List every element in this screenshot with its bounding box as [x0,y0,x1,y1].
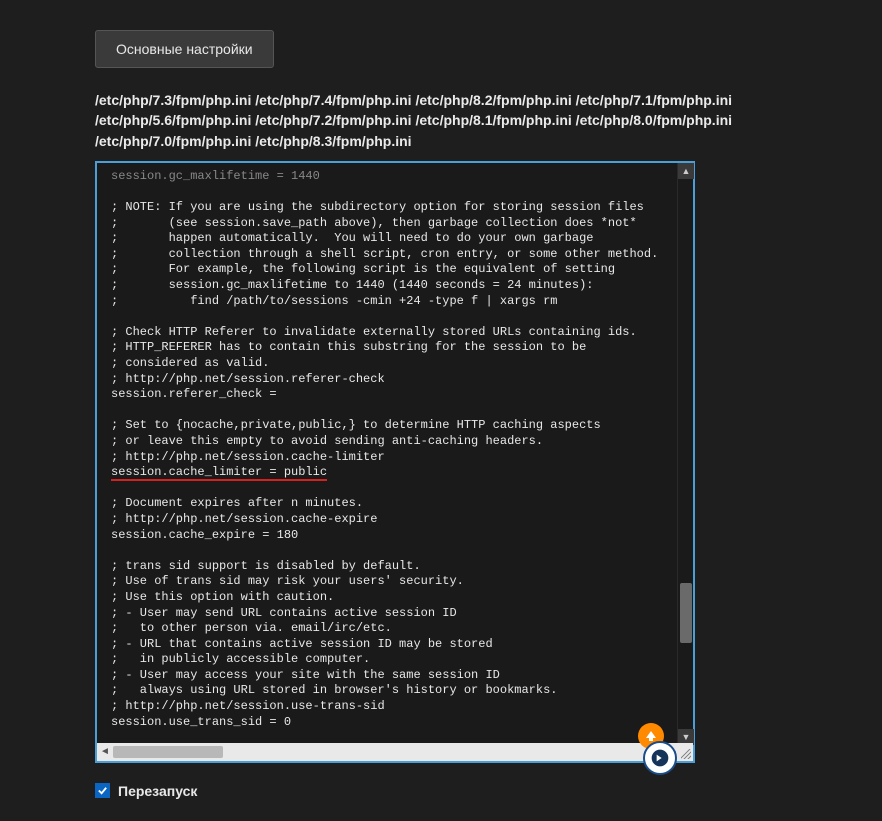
arrow-up-icon: ▲ [682,166,691,176]
php-ini-paths: /etc/php/7.3/fpm/php.ini /etc/php/7.4/fp… [95,90,787,151]
scroll-up-button[interactable]: ▲ [678,163,694,179]
restart-checkbox-row: Перезапуск [95,783,787,799]
horizontal-scroll-thumb[interactable] [113,746,223,758]
code-block-cache-expire: ; Document expires after n minutes. ; ht… [111,496,377,541]
provider-logo-icon [650,748,670,768]
restart-checkbox-label: Перезапуск [118,783,197,799]
code-editor-panel: session.gc_maxlifetime = 1440 ; NOTE: If… [95,161,695,763]
code-block-trans-sid: ; trans sid support is disabled by defau… [111,559,557,729]
vertical-scroll-thumb[interactable] [680,583,692,643]
code-block-note: ; NOTE: If you are using the subdirector… [111,200,658,308]
horizontal-scroll-track[interactable] [113,743,665,761]
horizontal-scrollbar[interactable]: ◄ ► [97,743,681,761]
arrow-down-icon: ▼ [682,732,691,742]
provider-badge-button[interactable] [643,741,677,775]
code-editor[interactable]: session.gc_maxlifetime = 1440 ; NOTE: If… [97,163,693,745]
code-highlighted-line: session.cache_limiter = public [111,465,327,481]
arrow-left-icon: ◄ [100,746,110,757]
scroll-left-button[interactable]: ◄ [97,743,113,761]
main-settings-button[interactable]: Основные настройки [95,30,274,68]
check-icon [97,785,108,796]
vertical-scrollbar[interactable]: ▲ ▼ [677,163,693,745]
code-block-referer: ; Check HTTP Referer to invalidate exter… [111,325,637,401]
resize-grip[interactable] [677,743,693,761]
restart-checkbox[interactable] [95,783,110,798]
code-block-cache-limiter-comment: ; Set to {nocache,private,public,} to de… [111,418,601,463]
code-line-cut: session.gc_maxlifetime = 1440 [111,169,320,183]
